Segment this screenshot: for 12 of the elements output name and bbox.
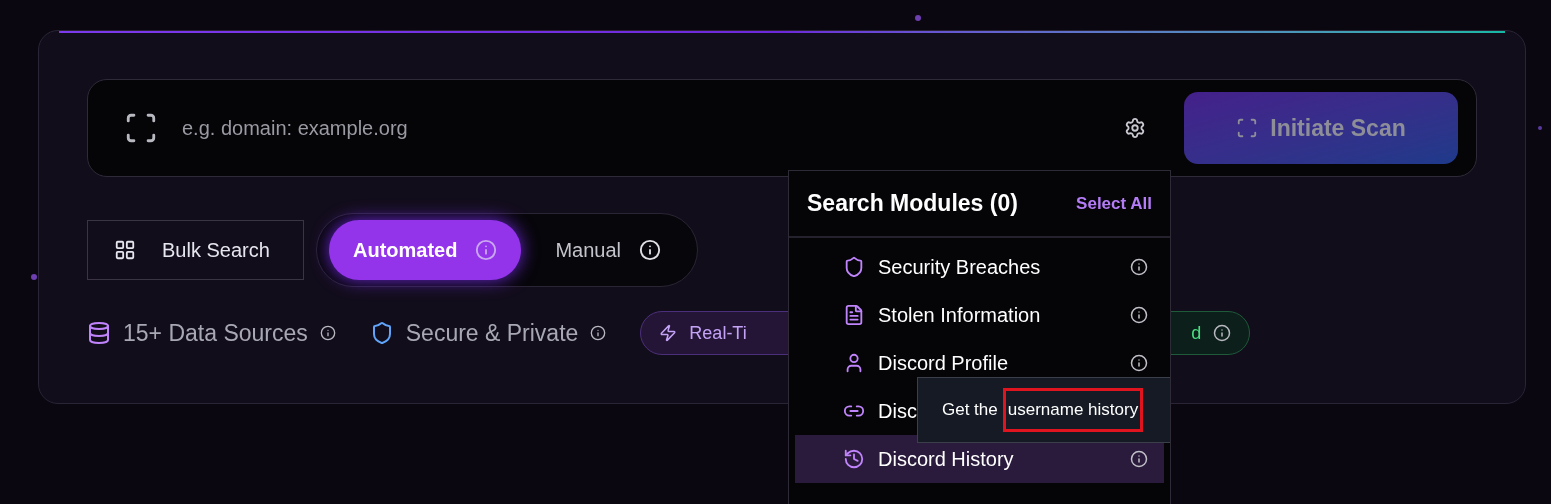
menu-title: Search Modules (0) [807, 189, 1018, 219]
module-label: Disc [878, 399, 917, 424]
feature-label: Secure & Private [405, 318, 579, 348]
module-label: Security Breaches [878, 255, 1041, 280]
highlighted-text: username history [1002, 388, 1144, 432]
feature-label: 15+ Data Sources [123, 318, 308, 348]
module-label: Stolen Information [878, 303, 1041, 328]
badge-label: Real-Ti [689, 321, 747, 345]
module-label: Discord History [878, 447, 1014, 472]
module-label: Discord Profile [878, 351, 1009, 376]
badge-label: d [1191, 321, 1202, 345]
tooltip-text: Get the [942, 399, 998, 422]
